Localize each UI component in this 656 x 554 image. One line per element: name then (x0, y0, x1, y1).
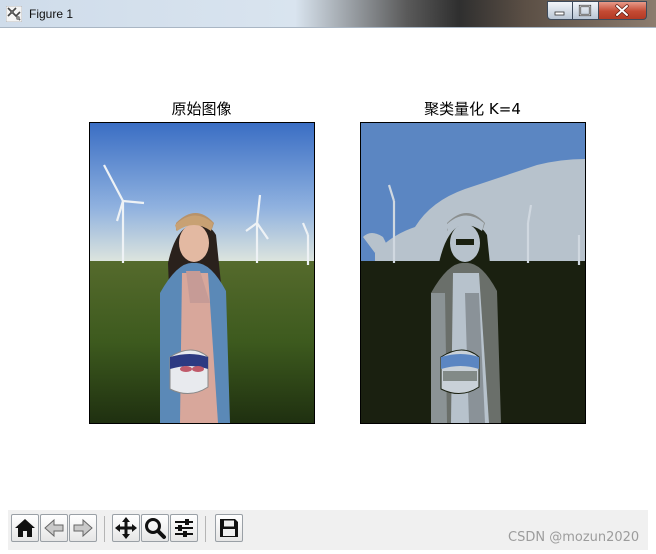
window-title: Figure 1 (29, 7, 74, 21)
csdn-watermark: CSDN @mozun2020 (508, 530, 640, 545)
forward-arrow-icon (73, 518, 93, 538)
back-button[interactable] (40, 514, 68, 542)
left-axes-title: 原始图像 (171, 100, 232, 118)
quantized-image-axes[interactable] (360, 122, 586, 424)
configure-subplots-icon (175, 519, 193, 537)
maximize-icon (578, 4, 592, 17)
toolbar-separator (104, 516, 105, 542)
back-arrow-icon (44, 518, 64, 538)
original-image (90, 123, 314, 423)
zoom-button[interactable] (141, 514, 169, 542)
minimize-button[interactable] (547, 1, 573, 20)
matplotlib-app-icon (6, 6, 22, 22)
zoom-icon (145, 518, 166, 539)
right-axes-title: 聚类量化 K=4 (424, 100, 521, 118)
close-icon (615, 4, 629, 17)
original-image-axes[interactable] (89, 122, 315, 424)
pan-icon (115, 517, 137, 539)
save-icon (220, 519, 238, 537)
figure-canvas[interactable]: 原始图像 聚类量化 K=4 (8, 30, 648, 510)
configure-subplots-button[interactable] (170, 514, 198, 542)
pan-button[interactable] (112, 514, 140, 542)
forward-button[interactable] (69, 514, 97, 542)
save-button[interactable] (215, 514, 243, 542)
quantized-image (361, 123, 585, 423)
maximize-button[interactable] (573, 1, 599, 20)
home-button[interactable] (11, 514, 39, 542)
minimize-icon (554, 11, 565, 16)
figure-window: Figure 1 原始图像 聚类量化 K=4 CSDN @mozun2020 (0, 0, 656, 554)
close-button[interactable] (599, 1, 647, 20)
home-icon (15, 519, 35, 537)
toolbar-separator (205, 516, 206, 542)
title-bar[interactable]: Figure 1 (0, 0, 656, 28)
